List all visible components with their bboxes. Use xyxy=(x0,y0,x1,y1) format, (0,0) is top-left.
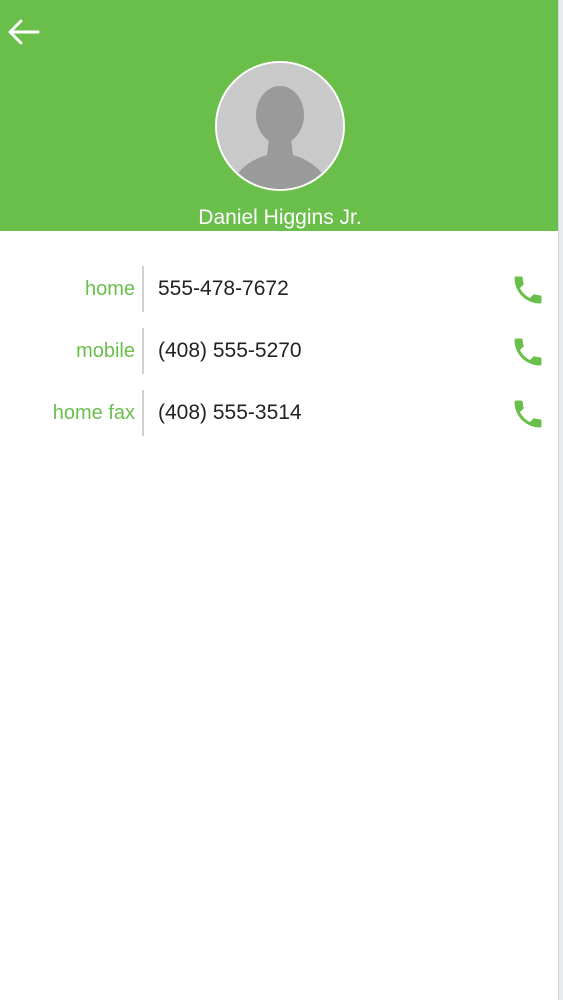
phone-label: home fax xyxy=(52,402,135,424)
phone-row-mobile[interactable]: mobile (408) 555-5270 xyxy=(0,320,560,382)
contact-name: Daniel Higgins Jr. xyxy=(198,206,362,229)
call-button-home-fax[interactable] xyxy=(506,392,550,436)
avatar xyxy=(215,61,345,191)
phone-row-home[interactable]: home 555-478-7672 xyxy=(0,258,560,320)
divider xyxy=(142,390,144,436)
arrow-left-icon xyxy=(8,19,40,45)
phone-number: 555-478-7672 xyxy=(158,277,289,300)
phone-label: mobile xyxy=(76,340,135,362)
divider xyxy=(142,266,144,312)
contact-detail-screen: Daniel Higgins Jr. home 555-478-7672 mob… xyxy=(0,0,563,1000)
phone-row-home-fax[interactable]: home fax (408) 555-3514 xyxy=(0,382,560,444)
call-button-home[interactable] xyxy=(506,268,550,312)
divider xyxy=(142,328,144,374)
person-silhouette-icon xyxy=(217,63,343,189)
phone-list: home 555-478-7672 mobile (408) 555-5270 … xyxy=(0,258,560,444)
phone-icon xyxy=(514,338,542,366)
scroll-edge xyxy=(558,0,563,1000)
call-button-mobile[interactable] xyxy=(506,330,550,374)
phone-label: home xyxy=(84,278,135,300)
back-button[interactable] xyxy=(4,12,44,52)
phone-number: (408) 555-5270 xyxy=(158,339,302,362)
phone-icon xyxy=(514,276,542,304)
contact-header: Daniel Higgins Jr. xyxy=(0,0,560,231)
phone-number: (408) 555-3514 xyxy=(158,401,302,424)
phone-icon xyxy=(514,400,542,428)
